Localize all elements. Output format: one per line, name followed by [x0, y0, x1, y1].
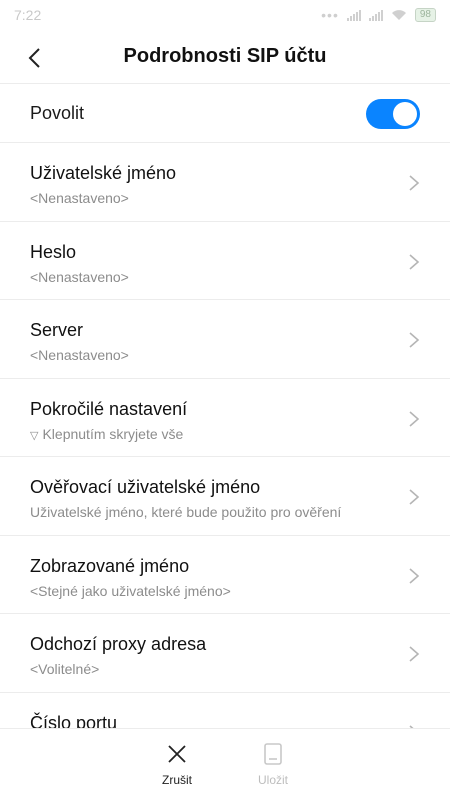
- status-icons: ••• 98: [321, 7, 436, 23]
- save-icon: [260, 741, 286, 767]
- enable-label: Povolit: [30, 103, 85, 123]
- row-value: Uživatelské jméno, které bude použito pr…: [30, 504, 342, 520]
- page-title: Podrobnosti SIP účtu: [123, 45, 327, 67]
- row-label: Zobrazované jméno: [30, 555, 190, 576]
- row-value-text: Klepnutím skryjete vše: [42, 425, 184, 442]
- row-value: <Nenastaveno>: [30, 347, 129, 363]
- row-label: Server: [30, 320, 84, 340]
- wifi-icon: [391, 10, 406, 20]
- cancel-button[interactable]: Zrušit: [152, 741, 202, 800]
- chevron-right-icon: [409, 410, 420, 427]
- toggle-knob: [393, 101, 417, 126]
- chevron-left-icon: [28, 48, 40, 68]
- chevron-right-icon: [409, 253, 420, 270]
- close-icon: [164, 741, 190, 767]
- header: Podrobnosti SIP účtu: [0, 30, 450, 84]
- row-auth-username[interactable]: Ověřovací uživatelské jméno Uživatelské …: [0, 457, 450, 536]
- chevron-right-icon: [409, 332, 420, 348]
- battery-icon: 98: [414, 8, 436, 22]
- signal-icon: [346, 9, 361, 21]
- chevron-right-icon: [409, 175, 420, 191]
- save-label: Uložit: [257, 773, 288, 787]
- chevron-right-icon: [409, 567, 420, 584]
- enable-row[interactable]: Povolit: [0, 85, 450, 143]
- collapse-triangle-icon: ▽: [30, 429, 39, 442]
- status-time: 7:22: [14, 7, 42, 23]
- signal-icon-2: [368, 9, 383, 21]
- row-display-name[interactable]: Zobrazované jméno <Stejné jako uživatels…: [0, 536, 450, 614]
- row-password[interactable]: Heslo <Nenastaveno>: [0, 222, 450, 300]
- row-label: Uživatelské jméno: [30, 163, 177, 183]
- notification-dots-icon: •••: [321, 7, 339, 23]
- row-server[interactable]: Server <Nenastaveno>: [0, 300, 450, 379]
- row-value: <Nenastaveno>: [30, 190, 129, 206]
- back-button[interactable]: [20, 44, 48, 72]
- row-label: Heslo: [30, 241, 77, 262]
- save-button[interactable]: Uložit: [248, 741, 298, 800]
- row-username[interactable]: Uživatelské jméno <Nenastaveno>: [0, 143, 450, 222]
- row-advanced[interactable]: Pokročilé nastavení ▽ Klepnutím skryjete …: [0, 379, 450, 457]
- settings-list: Povolit Uživatelské jméno <Nenastaveno> …: [0, 85, 450, 771]
- row-value: ▽ Klepnutím skryjete vše: [30, 425, 420, 445]
- row-value: <Nenastaveno>: [30, 268, 129, 285]
- bottom-action-bar: Zrušit Uložit: [0, 728, 450, 800]
- chevron-right-icon: [409, 489, 420, 505]
- row-outbound-proxy[interactable]: Odchozí proxy adresa <Volitelné>: [0, 614, 450, 693]
- row-label: Pokročilé nastavení: [30, 398, 188, 419]
- enable-toggle[interactable]: [366, 98, 420, 129]
- row-value: <Stejné jako uživatelské jméno>: [30, 582, 231, 599]
- row-value: <Volitelné>: [30, 661, 100, 677]
- cancel-label: Zrušit: [162, 773, 192, 787]
- row-label: Ověřovací uživatelské jméno: [30, 477, 261, 497]
- row-label: Odchozí proxy adresa: [30, 634, 207, 654]
- screen: 7:22 ••• 98 Podrobnosti SIP účtu Povolit: [0, 0, 450, 800]
- chevron-right-icon: [409, 646, 420, 662]
- status-bar: 7:22 ••• 98: [0, 0, 450, 30]
